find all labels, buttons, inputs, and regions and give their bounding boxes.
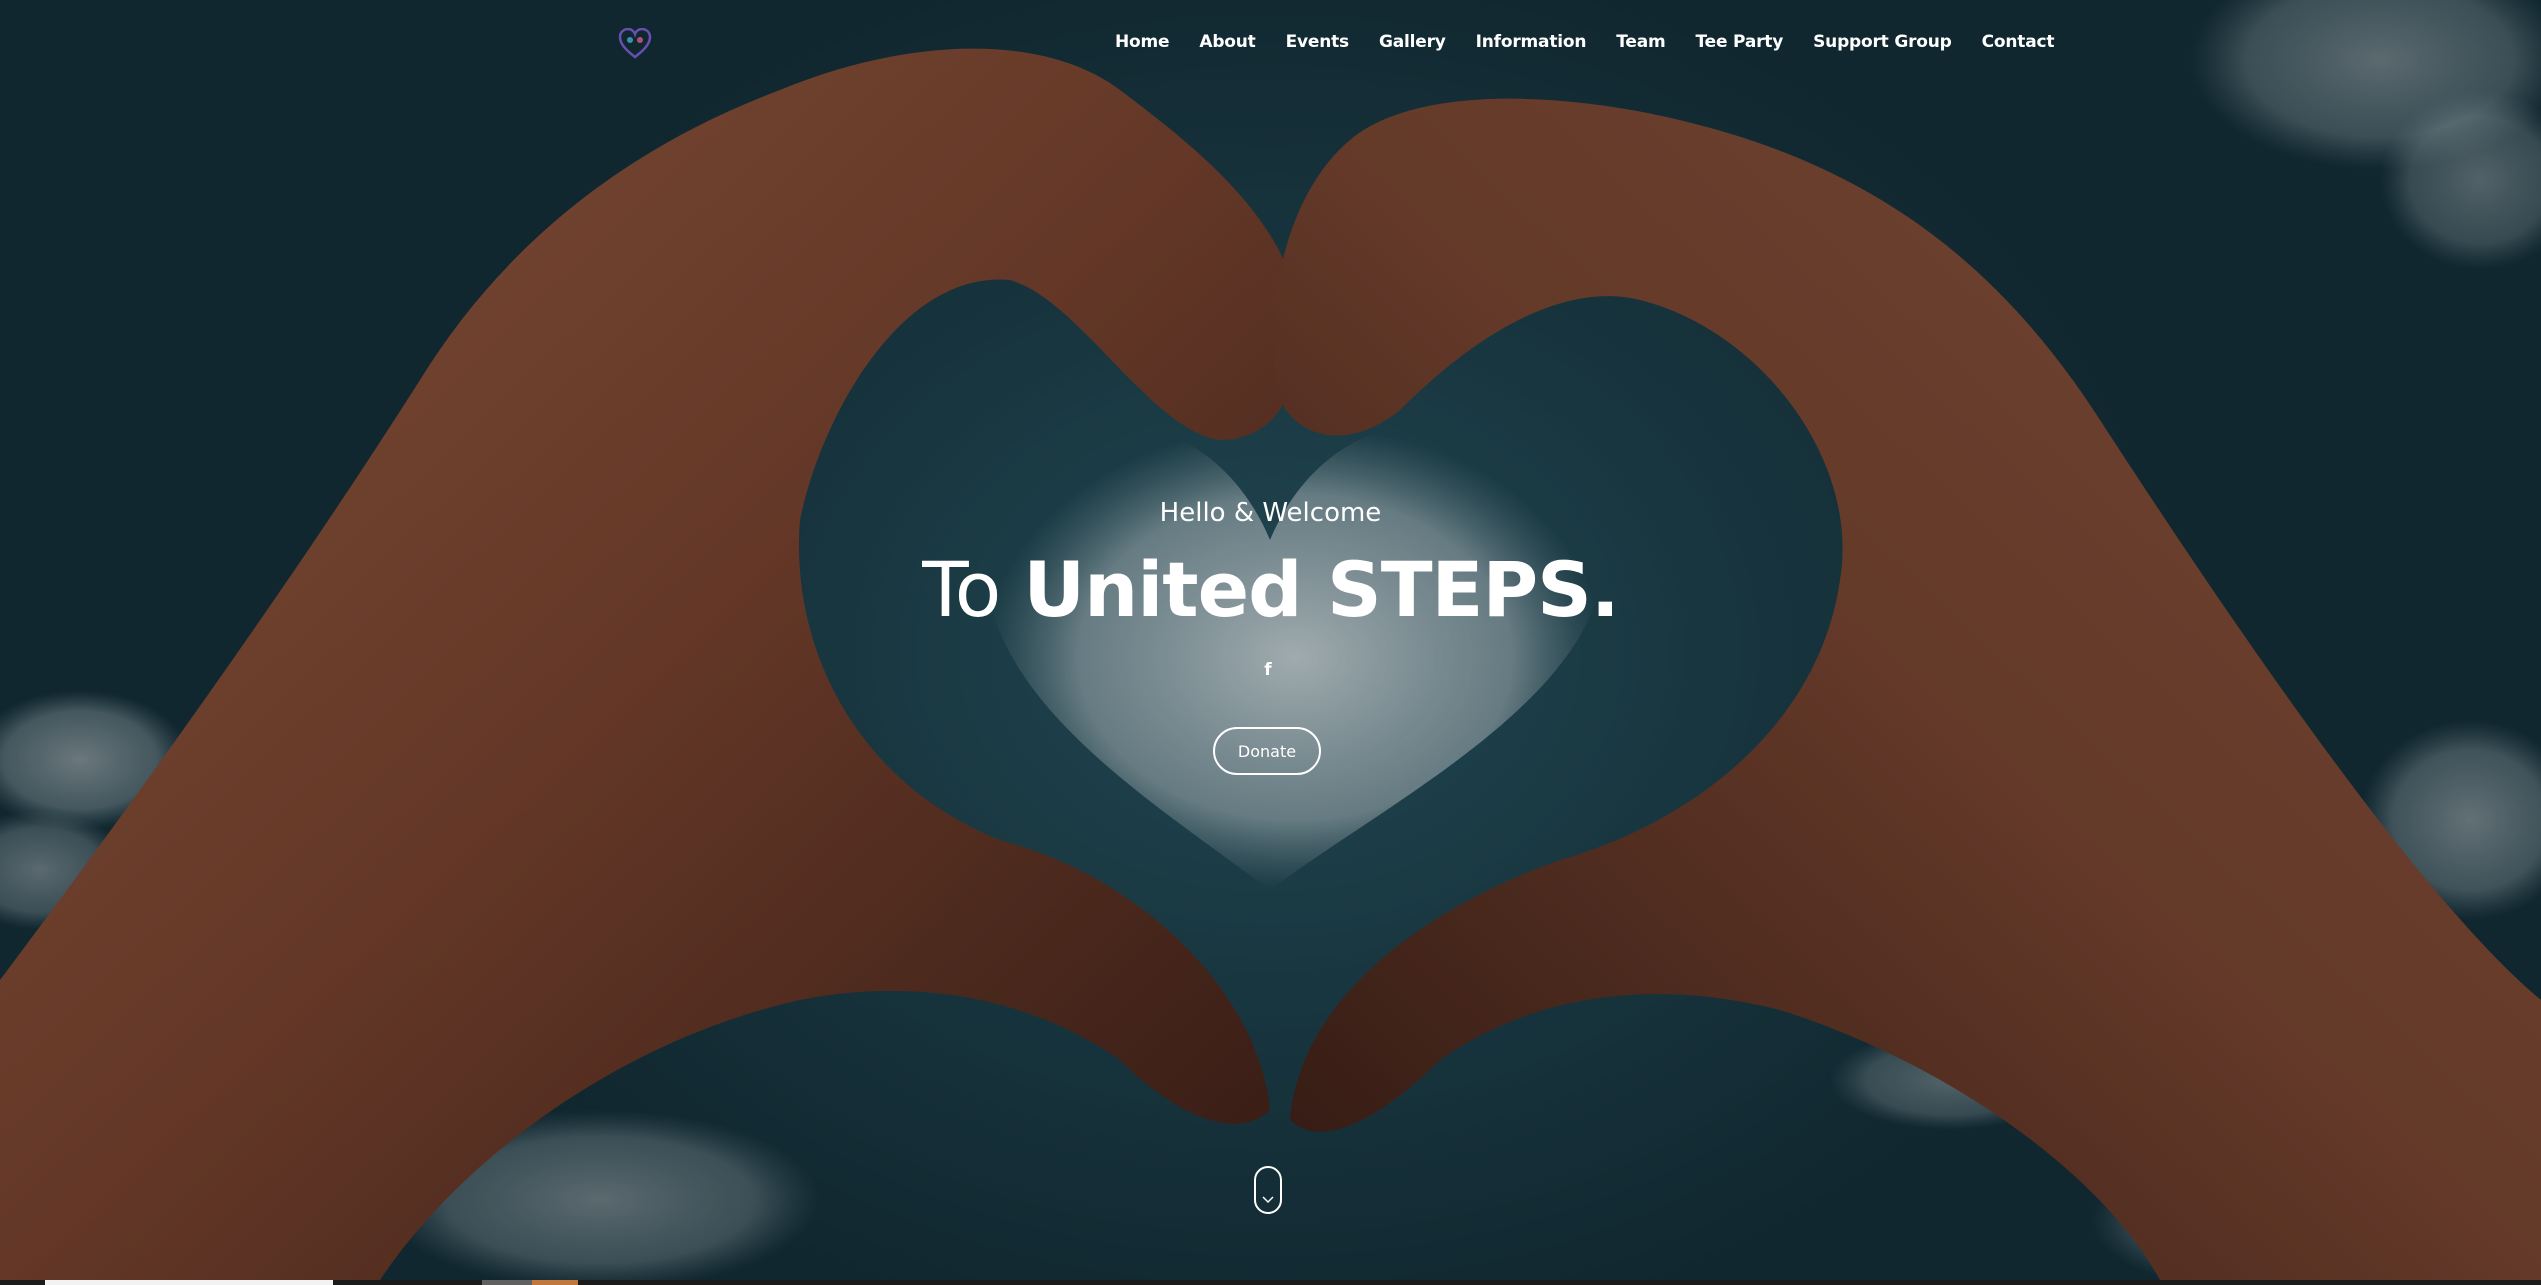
chevron-down-icon [1262, 1196, 1274, 1204]
nav-about-link[interactable]: About [1184, 28, 1270, 56]
nav-contact-link[interactable]: Contact [1967, 28, 2070, 56]
hero-greeting: Hello & Welcome [1159, 498, 1382, 528]
donate-button[interactable]: Donate [1213, 727, 1321, 775]
bottom-strip-segment [532, 1280, 578, 1285]
hero-overlay [0, 0, 2541, 1280]
nav-gallery-link[interactable]: Gallery [1364, 28, 1461, 56]
top-navigation: Home About Events Gallery Information Te… [0, 27, 2541, 60]
logo-heart-icon[interactable] [618, 27, 652, 60]
main-menu: Home About Events Gallery Information Te… [1100, 28, 2069, 56]
nav-events-link[interactable]: Events [1271, 28, 1364, 56]
hero-title-bold: United STEPS. [1023, 545, 1619, 634]
bottom-strip-segment [482, 1280, 532, 1285]
bottom-strip-segment [45, 1280, 333, 1285]
nav-support-group-link[interactable]: Support Group [1798, 28, 1966, 56]
scroll-down-button[interactable] [1254, 1166, 1282, 1214]
nav-information-link[interactable]: Information [1461, 28, 1602, 56]
hero-section [0, 0, 2541, 1280]
hero-title: To United STEPS. [0, 545, 2541, 634]
nav-tee-party-link[interactable]: Tee Party [1681, 28, 1799, 56]
facebook-icon[interactable]: f [1261, 660, 1275, 682]
nav-team-link[interactable]: Team [1601, 28, 1680, 56]
nav-home-link[interactable]: Home [1100, 28, 1184, 56]
bottom-strip [0, 1280, 2541, 1285]
hero-title-light: To [922, 545, 1024, 634]
